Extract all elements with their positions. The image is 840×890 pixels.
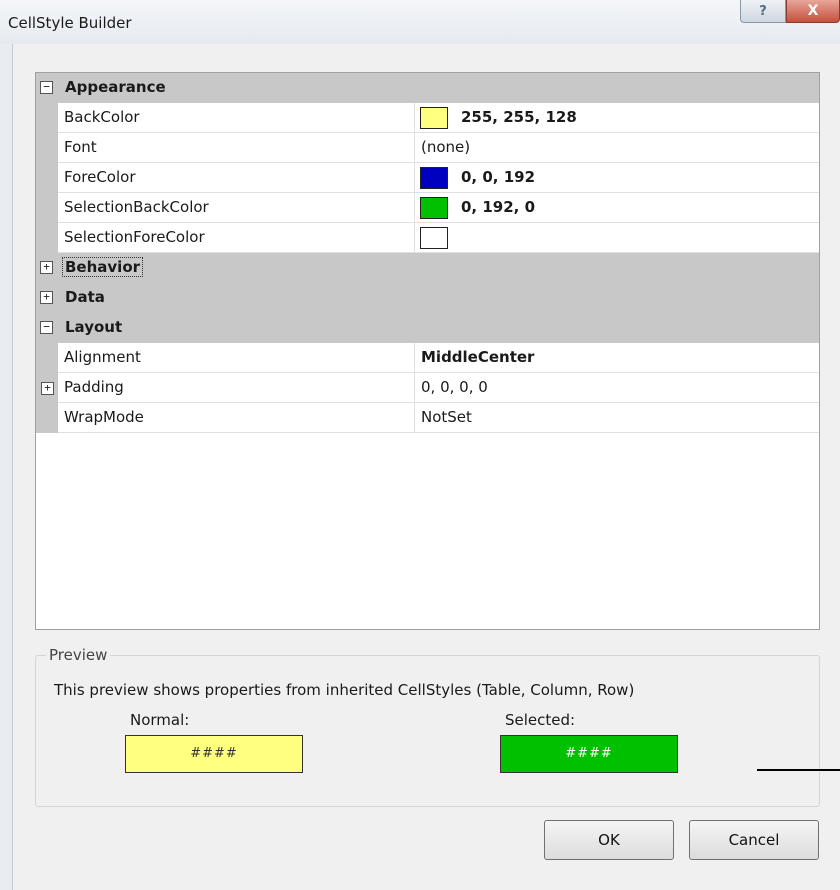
expand-icon[interactable]: + <box>40 261 53 274</box>
category-data[interactable]: + Data <box>36 283 819 313</box>
category-layout[interactable]: − Layout <box>36 313 819 343</box>
category-behavior[interactable]: + Behavior <box>36 253 819 283</box>
property-row-padding[interactable]: + Padding 0, 0, 0, 0 <box>36 373 819 403</box>
cellstyle-builder-dialog: CellStyle Builder ? X − Appearance BackC… <box>0 0 840 890</box>
ok-button[interactable]: OK <box>544 820 674 860</box>
normal-label: Normal: <box>130 711 190 729</box>
property-value: 255, 255, 128 <box>461 108 577 126</box>
property-value: 0, 192, 0 <box>461 198 536 216</box>
selected-preview-box: #### <box>500 735 678 773</box>
title-buttons: ? X <box>740 0 840 26</box>
close-icon[interactable]: X <box>786 0 840 23</box>
cancel-button[interactable]: Cancel <box>689 820 819 860</box>
category-label: Appearance <box>65 78 166 96</box>
color-swatch <box>420 197 448 219</box>
property-row-wrapmode[interactable]: WrapMode NotSet <box>36 403 819 433</box>
expand-icon[interactable]: + <box>41 382 54 395</box>
category-appearance[interactable]: − Appearance <box>36 73 819 103</box>
property-value: 0, 0, 0, 0 <box>421 378 488 396</box>
help-icon[interactable]: ? <box>740 0 786 23</box>
category-label: Data <box>65 288 105 306</box>
property-name: SelectionForeColor <box>64 228 205 246</box>
normal-preview-box: #### <box>125 735 303 773</box>
title-bar: CellStyle Builder ? X <box>0 0 840 44</box>
color-swatch <box>420 227 448 249</box>
collapse-icon[interactable]: − <box>40 81 53 94</box>
property-name: BackColor <box>64 108 140 126</box>
selected-label: Selected: <box>505 711 576 729</box>
property-name: Font <box>64 138 97 156</box>
property-row-forecolor[interactable]: ForeColor 0, 0, 192 <box>36 163 819 193</box>
property-grid[interactable]: − Appearance BackColor 255, 255, 128 Fon… <box>35 72 820 630</box>
window-title: CellStyle Builder <box>8 14 132 32</box>
property-name: Alignment <box>64 348 141 366</box>
property-row-backcolor[interactable]: BackColor 255, 255, 128 <box>36 103 819 133</box>
property-row-selectionbackcolor[interactable]: SelectionBackColor 0, 192, 0 <box>36 193 819 223</box>
property-name: WrapMode <box>64 408 144 426</box>
collapse-icon[interactable]: − <box>40 321 53 334</box>
property-value: (none) <box>421 138 471 156</box>
property-name: ForeColor <box>64 168 136 186</box>
annotation-line <box>757 769 840 771</box>
expand-icon[interactable]: + <box>40 291 53 304</box>
preview-legend: Preview <box>46 646 111 664</box>
color-swatch <box>420 107 448 129</box>
color-swatch <box>420 167 448 189</box>
category-label: Layout <box>65 318 123 336</box>
category-label: Behavior <box>61 257 144 277</box>
property-value: NotSet <box>421 408 472 426</box>
preview-group <box>35 655 820 807</box>
property-value: MiddleCenter <box>421 348 535 366</box>
property-value: 0, 0, 192 <box>461 168 536 186</box>
window-border <box>0 44 13 890</box>
property-row-selectionforecolor[interactable]: SelectionForeColor <box>36 223 819 253</box>
property-row-alignment[interactable]: Alignment MiddleCenter <box>36 343 819 373</box>
preview-description: This preview shows properties from inher… <box>54 681 635 699</box>
property-name: SelectionBackColor <box>64 198 209 216</box>
property-row-font[interactable]: Font (none) <box>36 133 819 163</box>
property-name: Padding <box>64 378 124 396</box>
